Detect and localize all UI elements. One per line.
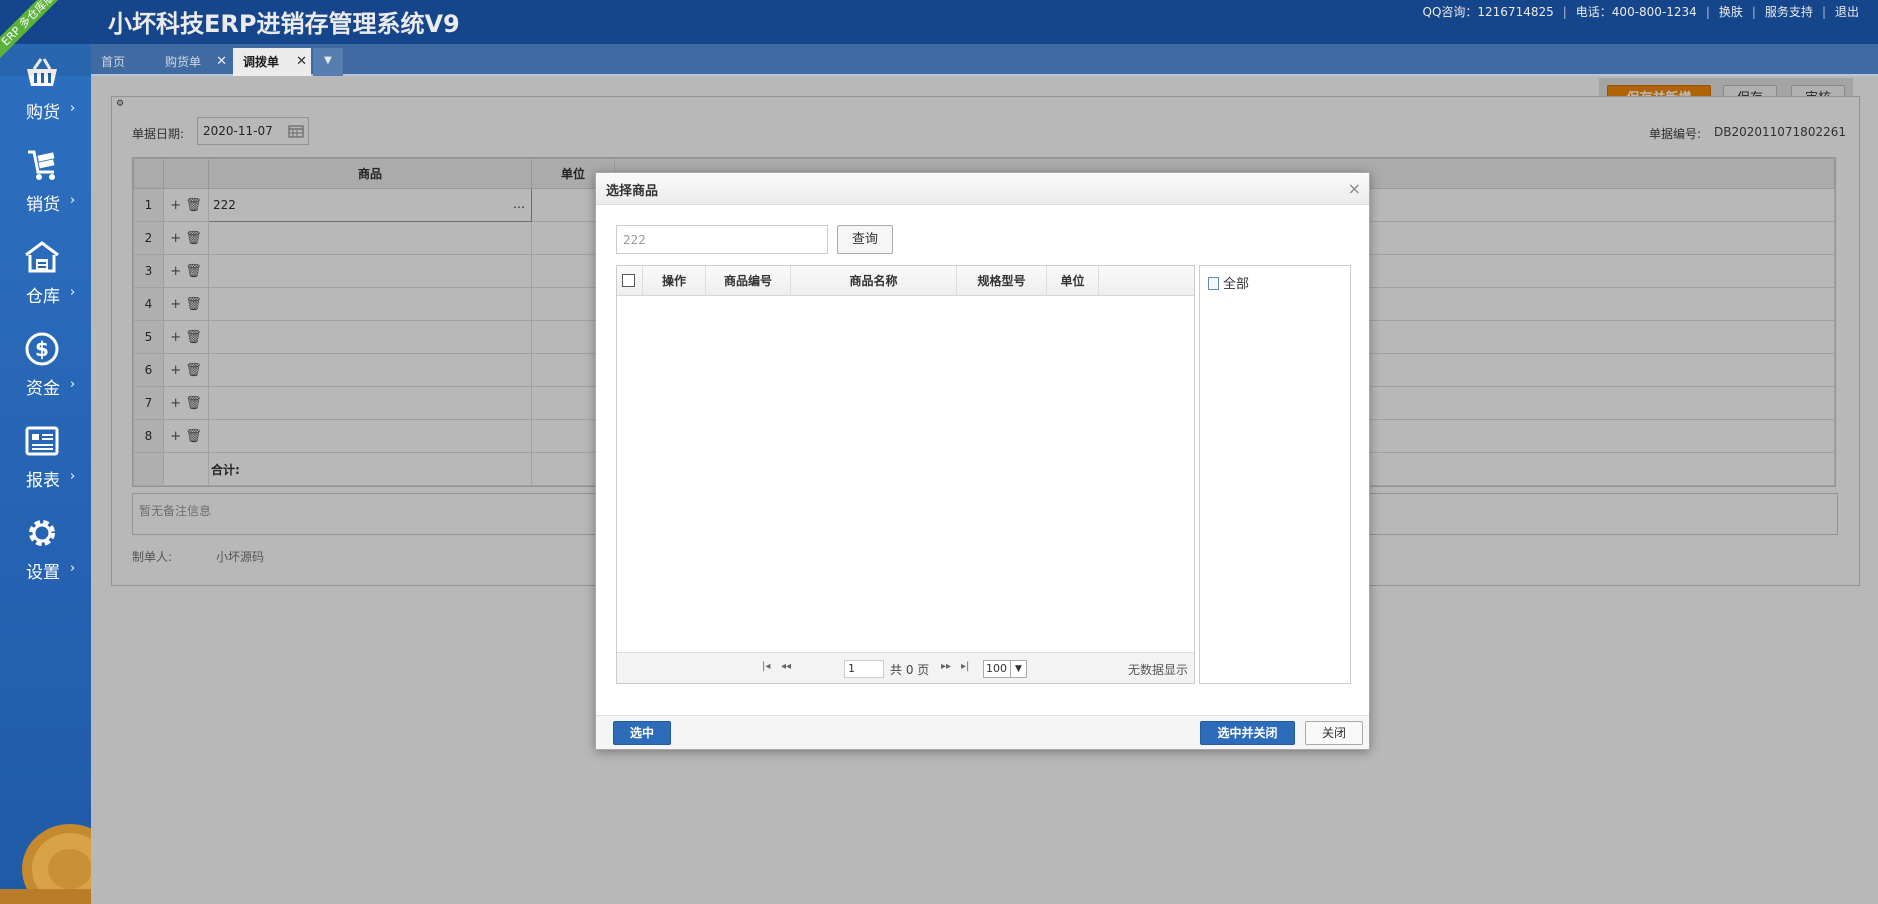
next-page-icon[interactable]: ▸▸ bbox=[941, 661, 951, 672]
sidebar-item-reports[interactable]: 报表 › bbox=[0, 416, 91, 496]
product-search-input[interactable] bbox=[616, 225, 828, 254]
page-total-text: 共 0 页 bbox=[890, 663, 930, 677]
select-all-checkbox[interactable] bbox=[622, 274, 635, 287]
chevron-right-icon: › bbox=[70, 561, 76, 576]
first-page-icon[interactable]: |◂ bbox=[762, 661, 770, 672]
warehouse-icon bbox=[25, 241, 59, 273]
report-icon bbox=[25, 426, 59, 456]
sidebar-item-funds[interactable]: $ 资金 › bbox=[0, 324, 91, 404]
chevron-right-icon: › bbox=[70, 193, 76, 208]
page-size-value: 100 bbox=[986, 662, 1007, 675]
dialog-footer: 选中 选中并关闭 关闭 bbox=[596, 715, 1369, 749]
close-icon[interactable]: × bbox=[1348, 179, 1361, 198]
dollar-icon: $ bbox=[25, 332, 59, 366]
document-icon bbox=[1208, 277, 1219, 290]
modal-overlay-top bbox=[0, 0, 1878, 76]
edition-ribbon: ERP 多仓库版 bbox=[0, 0, 70, 70]
sidebar-item-label: 资金 bbox=[26, 379, 60, 399]
empty-data-text: 无数据显示 bbox=[1127, 663, 1188, 677]
tree-item-all[interactable]: 全部 bbox=[1208, 273, 1249, 292]
chevron-right-icon: › bbox=[70, 469, 76, 484]
chevron-right-icon: › bbox=[70, 285, 76, 300]
sidebar-item-label: 设置 bbox=[26, 563, 60, 583]
sidebar-item-label: 报表 bbox=[26, 471, 60, 491]
pager: |◂ ◂◂ 1 共 0 页 ▸▸ ▸| 100 ▼ 无数据显示 bbox=[617, 652, 1194, 683]
dialog-header: 选择商品 × bbox=[596, 173, 1369, 205]
edition-ribbon-text: ERP 多仓库版 bbox=[0, 0, 69, 61]
prev-page-icon[interactable]: ◂◂ bbox=[781, 661, 791, 672]
chevron-right-icon: › bbox=[70, 377, 76, 392]
close-button[interactable]: 关闭 bbox=[1305, 721, 1363, 745]
sidebar-item-label: 销货 bbox=[26, 195, 60, 215]
select-product-dialog: 选择商品 × 查询 操作 商品编号 商品名称 规格型号 单位 |◂ ◂◂ 1 共… bbox=[595, 172, 1370, 750]
last-page-icon[interactable]: ▸| bbox=[961, 661, 969, 672]
page-number-input[interactable]: 1 bbox=[844, 660, 884, 678]
hay-bale-decoration bbox=[0, 794, 91, 904]
cart-icon bbox=[28, 150, 55, 180]
col-spec-model: 规格型号 bbox=[957, 266, 1047, 296]
sidebar-item-sales[interactable]: 销货 › bbox=[0, 140, 91, 220]
tree-item-label: 全部 bbox=[1223, 277, 1250, 292]
chevron-right-icon: › bbox=[70, 101, 76, 116]
select-and-close-button[interactable]: 选中并关闭 bbox=[1200, 721, 1295, 745]
sidebar: 购货 › 销货 › 仓库 › $ 资金 › 报表 › 设置 › bbox=[0, 44, 91, 904]
sidebar-item-warehouse[interactable]: 仓库 › bbox=[0, 232, 91, 312]
category-tree: 全部 bbox=[1199, 265, 1351, 684]
gear-icon bbox=[29, 520, 55, 546]
caret-down-icon: ▼ bbox=[1010, 661, 1026, 677]
sidebar-item-settings[interactable]: 设置 › bbox=[0, 508, 91, 588]
product-list: 操作 商品编号 商品名称 规格型号 单位 |◂ ◂◂ 1 共 0 页 ▸▸ ▸|… bbox=[616, 265, 1195, 684]
select-button[interactable]: 选中 bbox=[613, 721, 671, 745]
col-operation: 操作 bbox=[643, 266, 706, 296]
query-button[interactable]: 查询 bbox=[837, 225, 893, 254]
page-size-select[interactable]: 100 ▼ bbox=[983, 660, 1027, 678]
svg-text:$: $ bbox=[35, 337, 49, 361]
sidebar-item-label: 仓库 bbox=[26, 287, 60, 307]
col-product-name: 商品名称 bbox=[791, 266, 957, 296]
sidebar-item-label: 购货 bbox=[26, 103, 60, 123]
dialog-title: 选择商品 bbox=[606, 184, 659, 199]
col-unit: 单位 bbox=[1047, 266, 1099, 296]
col-product-code: 商品编号 bbox=[706, 266, 791, 296]
product-list-header: 操作 商品编号 商品名称 规格型号 单位 bbox=[617, 266, 1194, 296]
